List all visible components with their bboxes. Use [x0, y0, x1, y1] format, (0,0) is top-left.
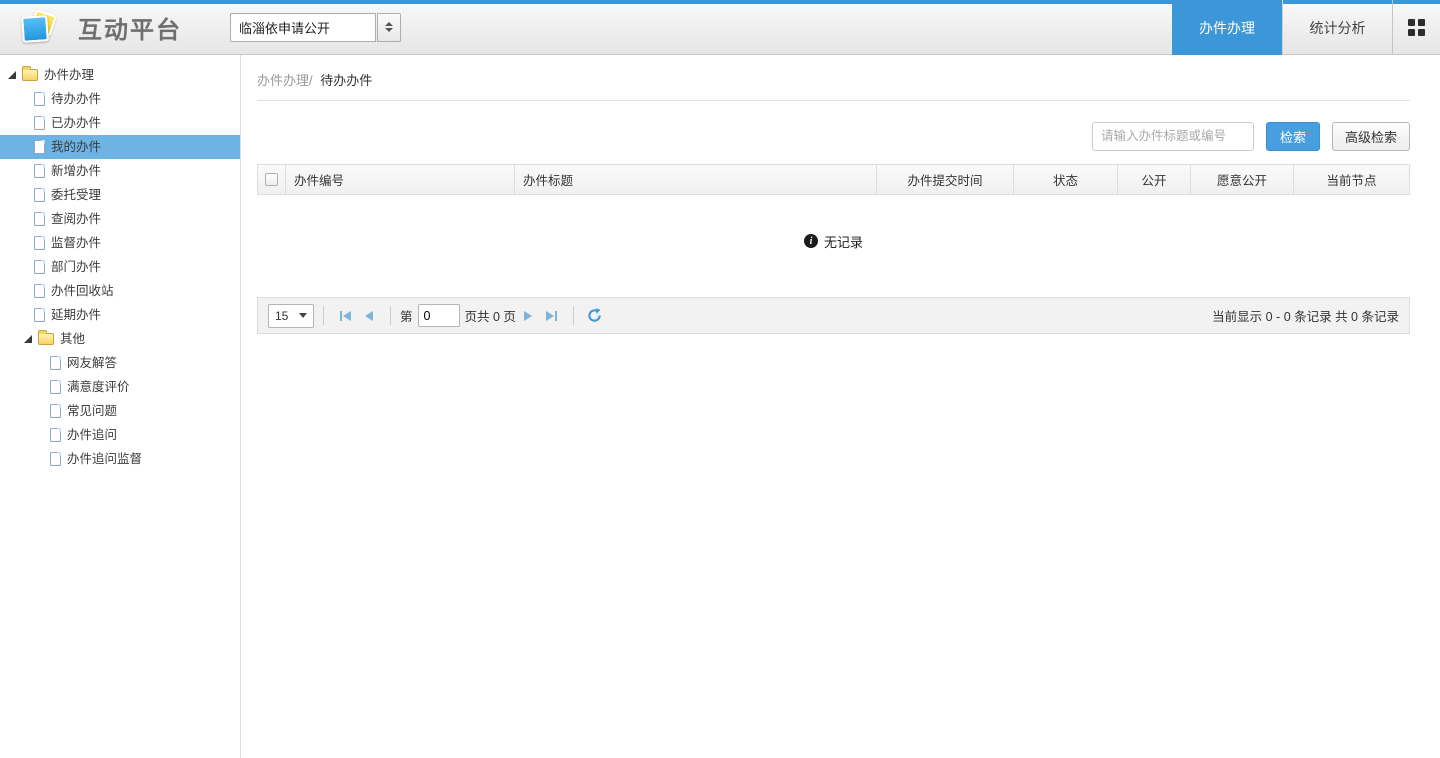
empty-message: 无记录: [824, 232, 863, 251]
column-header-status: 状态: [1014, 165, 1118, 194]
tree-item-supervise[interactable]: 监督办件: [0, 231, 240, 255]
grid-icon: [1408, 19, 1425, 36]
search-input[interactable]: [1092, 122, 1254, 151]
breadcrumb-section: 办件办理/: [257, 73, 313, 88]
document-icon: [50, 428, 61, 442]
prev-page-button[interactable]: [357, 304, 381, 328]
breadcrumb-current: 待办办件: [320, 73, 372, 88]
main-content: 办件办理/ 待办办件 检索 高级检索 办件编号 办件标题 办件提交时间 状态 公…: [241, 55, 1440, 758]
document-icon: [34, 308, 45, 322]
tree-item-satisfaction[interactable]: 满意度评价: [0, 375, 240, 399]
pagination-bar: 15 第 页共 0 页: [257, 297, 1410, 334]
divider: [573, 306, 574, 325]
app-logo-icon: [18, 8, 64, 48]
refresh-button[interactable]: [583, 304, 607, 328]
expander-icon[interactable]: [24, 335, 32, 343]
datagrid-header: 办件编号 办件标题 办件提交时间 状态 公开 愿意公开 当前节点: [257, 164, 1410, 195]
document-icon: [34, 188, 45, 202]
tree-group-other[interactable]: 其他: [0, 327, 240, 351]
advanced-search-button[interactable]: 高级检索: [1332, 122, 1410, 151]
tab-statistics[interactable]: 统计分析: [1282, 0, 1392, 55]
apps-grid-button[interactable]: [1392, 0, 1440, 55]
document-icon: [34, 236, 45, 250]
tree-item-review[interactable]: 查阅办件: [0, 207, 240, 231]
divider: [390, 306, 391, 325]
document-icon: [50, 356, 61, 370]
tree-group-work-items[interactable]: 办件办理: [0, 63, 240, 87]
next-page-button[interactable]: [516, 304, 540, 328]
tree-item-new[interactable]: 新增办件: [0, 159, 240, 183]
tab-work-item-handling[interactable]: 办件办理: [1172, 0, 1282, 55]
document-icon: [50, 452, 61, 466]
document-icon: [34, 260, 45, 274]
empty-state: i 无记录: [257, 232, 1410, 250]
breadcrumb: 办件办理/ 待办办件: [257, 55, 1410, 89]
column-header-item-number: 办件编号: [286, 165, 515, 194]
tree-item-entrusted[interactable]: 委托受理: [0, 183, 240, 207]
tree-item-recycle-bin[interactable]: 办件回收站: [0, 279, 240, 303]
site-selector[interactable]: 临淄依申请公开: [230, 13, 401, 42]
document-icon: [34, 116, 45, 130]
brand: 互动平台: [18, 6, 182, 48]
app-header: 互动平台 临淄依申请公开 办件办理 统计分析: [0, 0, 1440, 55]
page-jump: 第 页共 0 页: [400, 304, 516, 327]
divider: [323, 306, 324, 325]
expander-icon[interactable]: [8, 71, 16, 79]
column-header-current-node: 当前节点: [1294, 165, 1409, 194]
document-icon: [50, 380, 61, 394]
column-header-submit-time: 办件提交时间: [877, 165, 1014, 194]
column-header-willing-public: 愿意公开: [1191, 165, 1294, 194]
document-icon: [34, 140, 45, 154]
record-count-summary: 当前显示 0 - 0 条记录 共 0 条记录: [1212, 306, 1399, 325]
chevron-down-icon: [299, 313, 307, 318]
tree-item-delayed[interactable]: 延期办件: [0, 303, 240, 327]
tree-item-my-items[interactable]: 我的办件: [0, 135, 240, 159]
tree-item-pending[interactable]: 待办办件: [0, 87, 240, 111]
document-icon: [34, 92, 45, 106]
column-header-public: 公开: [1118, 165, 1191, 194]
last-page-button[interactable]: [540, 304, 564, 328]
page-number-input[interactable]: [418, 304, 460, 327]
brand-title: 互动平台: [78, 10, 182, 45]
document-icon: [50, 404, 61, 418]
tree-item-done[interactable]: 已办办件: [0, 111, 240, 135]
divider: [257, 100, 1410, 101]
document-icon: [34, 212, 45, 226]
column-header-item-title: 办件标题: [515, 165, 877, 194]
tree-item-department[interactable]: 部门办件: [0, 255, 240, 279]
folder-icon: [22, 69, 38, 81]
page-size-select[interactable]: 15: [268, 304, 314, 328]
tree-item-follow-up[interactable]: 办件追问: [0, 423, 240, 447]
tree-item-faq[interactable]: 常见问题: [0, 399, 240, 423]
document-icon: [34, 284, 45, 298]
search-button[interactable]: 检索: [1266, 122, 1320, 151]
select-all-checkbox[interactable]: [265, 173, 278, 186]
info-icon: i: [804, 234, 818, 248]
refresh-icon: [587, 308, 602, 323]
document-icon: [34, 164, 45, 178]
site-selector-spinner-icon[interactable]: [377, 13, 401, 42]
sidebar-tree: 办件办理 待办办件 已办办件 我的办件 新增办件 委托受理 查阅办件 监督办件: [0, 55, 241, 758]
tree-item-follow-up-supervision[interactable]: 办件追问监督: [0, 447, 240, 471]
search-toolbar: 检索 高级检索: [257, 121, 1410, 151]
first-page-button[interactable]: [333, 304, 357, 328]
site-selector-value[interactable]: 临淄依申请公开: [230, 13, 376, 42]
tree-item-netizen-answers[interactable]: 网友解答: [0, 351, 240, 375]
folder-icon: [38, 333, 54, 345]
